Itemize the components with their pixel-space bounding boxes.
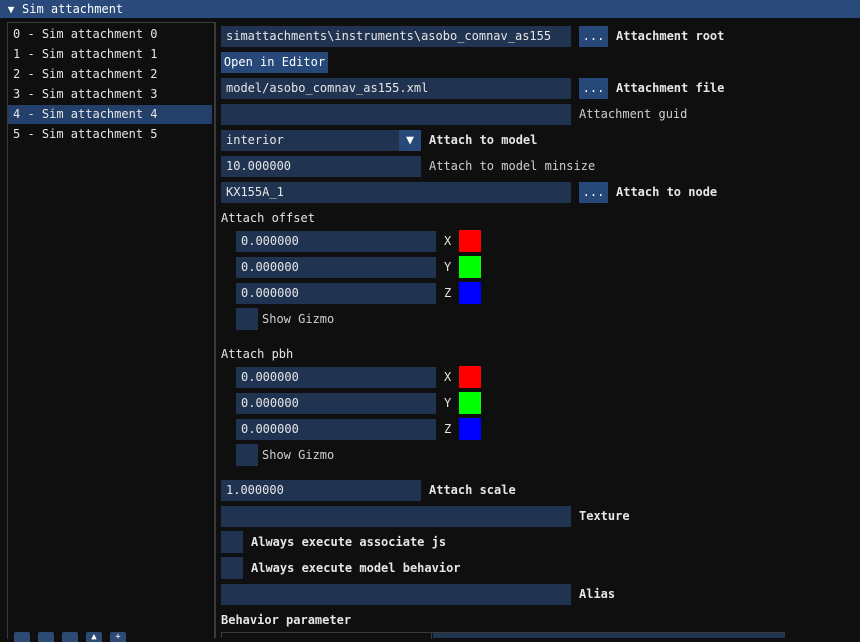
always-execute-behavior-checkbox[interactable] [221, 557, 243, 579]
pbh-show-gizmo-label: Show Gizmo [262, 448, 335, 462]
offset-y-color-swatch[interactable] [459, 256, 481, 278]
remove-icon[interactable] [14, 632, 30, 642]
list-item[interactable]: 3 - Sim attachment 3 [8, 85, 212, 104]
list-item[interactable]: 0 - Sim attachment 0 [8, 25, 212, 44]
offset-z-label: Z [444, 286, 452, 300]
pbh-y-color-swatch[interactable] [459, 392, 481, 414]
offset-y-label: Y [444, 260, 452, 274]
section-title: Sim attachment [22, 2, 124, 16]
collapse-triangle-icon[interactable]: ▼ [0, 3, 22, 16]
pbh-z-input[interactable]: 0.000000 [236, 419, 436, 440]
attachment-guid-label: Attachment guid [579, 107, 688, 121]
list-item[interactable]: 5 - Sim attachment 5 [8, 125, 212, 144]
attach-pbh-heading: Attach pbh [221, 347, 294, 361]
table-column-divider [431, 633, 432, 639]
list-item-selected[interactable]: 4 - Sim attachment 4 [8, 105, 212, 124]
attachment-file-input[interactable]: model/asobo_comnav_as155.xml [221, 78, 571, 99]
attach-to-node-browse-button[interactable]: ... [579, 182, 608, 203]
chevron-down-icon[interactable]: ▼ [399, 130, 421, 151]
section-header[interactable]: ▼ Sim attachment [0, 0, 860, 18]
pbh-y-label: Y [444, 396, 452, 410]
attachment-file-label: Attachment file [616, 81, 725, 95]
move-up-icon[interactable]: ▲ [86, 632, 102, 642]
remove-all-icon[interactable] [38, 632, 54, 642]
offset-show-gizmo-label: Show Gizmo [262, 312, 335, 326]
offset-z-color-swatch[interactable] [459, 282, 481, 304]
attachment-root-input[interactable]: simattachments\instruments\asobo_comnav_… [221, 26, 571, 47]
offset-show-gizmo-checkbox[interactable] [236, 308, 258, 330]
attach-scale-input[interactable]: 1.000000 [221, 480, 421, 501]
pbh-z-color-swatch[interactable] [459, 418, 481, 440]
always-execute-js-label: Always execute associate js [251, 535, 447, 549]
attach-to-model-label: Attach to model [429, 133, 538, 147]
pbh-show-gizmo-checkbox[interactable] [236, 444, 258, 466]
attachment-root-browse-button[interactable]: ... [579, 26, 608, 47]
pbh-x-input[interactable]: 0.000000 [236, 367, 436, 388]
behavior-parameter-table [221, 632, 785, 639]
panel-divider[interactable] [215, 22, 216, 638]
attachment-list: 0 - Sim attachment 0 1 - Sim attachment … [7, 22, 215, 642]
texture-input[interactable] [221, 506, 571, 527]
always-execute-behavior-label: Always execute model behavior [251, 561, 461, 575]
attachment-file-browse-button[interactable]: ... [579, 78, 608, 99]
attachment-root-label: Attachment root [616, 29, 725, 43]
attach-to-node-input[interactable]: KX155A_1 [221, 182, 571, 203]
alias-input[interactable] [221, 584, 571, 605]
offset-y-input[interactable]: 0.000000 [236, 257, 436, 278]
alias-label: Alias [579, 587, 616, 601]
attach-to-model-minsize-label: Attach to model minsize [429, 159, 596, 173]
copy-icon[interactable] [62, 632, 78, 642]
add-icon[interactable]: + [110, 632, 126, 642]
attachment-guid-input[interactable] [221, 104, 571, 125]
pbh-y-input[interactable]: 0.000000 [236, 393, 436, 414]
offset-x-color-swatch[interactable] [459, 230, 481, 252]
behavior-parameter-heading: Behavior parameter [221, 613, 352, 627]
attach-to-node-label: Attach to node [616, 185, 718, 199]
list-item[interactable]: 1 - Sim attachment 1 [8, 45, 212, 64]
texture-label: Texture [579, 509, 630, 523]
offset-z-input[interactable]: 0.000000 [236, 283, 436, 304]
attach-scale-label: Attach scale [429, 483, 516, 497]
always-execute-js-checkbox[interactable] [221, 531, 243, 553]
list-item[interactable]: 2 - Sim attachment 2 [8, 65, 212, 84]
pbh-z-label: Z [444, 422, 452, 436]
table-header-cell [433, 633, 785, 638]
offset-x-input[interactable]: 0.000000 [236, 231, 436, 252]
offset-x-label: X [444, 234, 452, 248]
list-toolbar: ▲ + [14, 632, 126, 642]
pbh-x-color-swatch[interactable] [459, 366, 481, 388]
attach-offset-heading: Attach offset [221, 211, 315, 225]
attach-to-model-select[interactable]: interior [221, 130, 399, 151]
pbh-x-label: X [444, 370, 452, 384]
attach-to-model-minsize-input[interactable]: 10.000000 [221, 156, 421, 177]
open-in-editor-button[interactable]: Open in Editor [221, 52, 328, 73]
